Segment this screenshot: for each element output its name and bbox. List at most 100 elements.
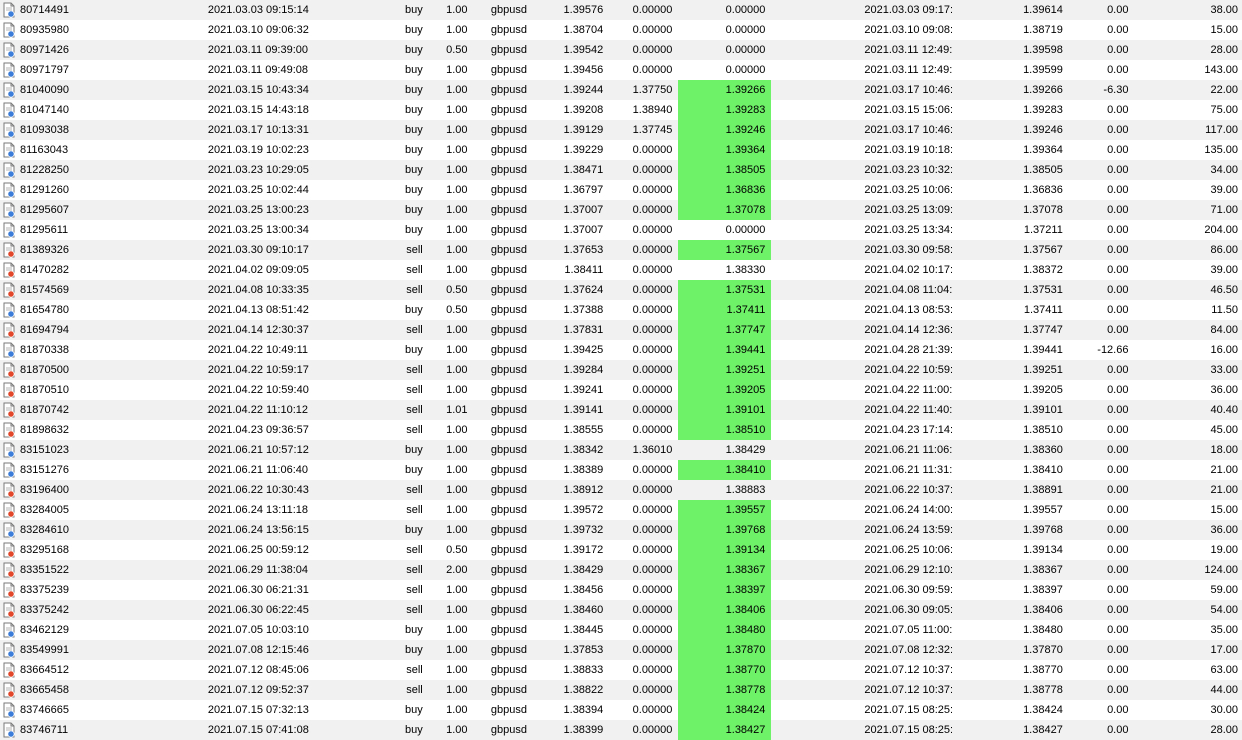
profit: 36.00	[1210, 384, 1238, 396]
trade-row[interactable]: 83196400 2021.06.22 10:30:43 sell 1.00 g…	[0, 480, 1242, 500]
trade-row[interactable]: 81163043 2021.03.19 10:02:23 buy 1.00 gb…	[0, 140, 1242, 160]
spacer-cell	[951, 80, 996, 100]
ticket-cell: 80971426	[0, 40, 208, 60]
lot-size: 1.00	[446, 24, 468, 36]
spacer-cell	[771, 60, 864, 80]
profit: 17.00	[1132, 640, 1242, 660]
commission: 0.00	[1066, 560, 1133, 580]
buy-order-icon	[2, 642, 16, 658]
trade-row[interactable]: 83151023 2021.06.21 10:57:12 buy 1.00 gb…	[0, 440, 1242, 460]
trade-row[interactable]: 80714491 2021.03.03 09:15:14 buy 1.00 gb…	[0, 0, 1242, 20]
order-type: buy	[405, 104, 423, 116]
order-type: sell	[350, 600, 427, 620]
commission: 0.00	[1066, 400, 1133, 420]
trade-row[interactable]: 81694794 2021.04.14 12:30:37 sell 1.00 g…	[0, 320, 1242, 340]
trade-row[interactable]: 80935980 2021.03.10 09:06:32 buy 1.00 gb…	[0, 20, 1242, 40]
ticket-cell: 81694794	[0, 320, 208, 340]
trade-row[interactable]: 81870338 2021.04.22 10:49:11 buy 1.00 gb…	[0, 340, 1242, 360]
lot-size: 0.50	[446, 304, 468, 316]
commission: 0.00	[1066, 680, 1133, 700]
trade-row[interactable]: 81870500 2021.04.22 10:59:17 sell 1.00 g…	[0, 360, 1242, 380]
close-time: 2021.06.22 10:37:46	[864, 480, 952, 500]
profit: 21.00	[1132, 480, 1242, 500]
profit: 11.50	[1211, 304, 1238, 316]
trade-row[interactable]: 83351522 2021.06.29 11:38:04 sell 2.00 g…	[0, 560, 1242, 580]
commission: 0.00	[1107, 24, 1129, 36]
trade-row[interactable]: 81040090 2021.03.15 10:43:34 buy 1.00 gb…	[0, 80, 1242, 100]
open-time: 2021.04.22 11:10:12	[207, 400, 351, 420]
trade-row[interactable]: 81870510 2021.04.22 10:59:40 sell 1.00 g…	[0, 380, 1242, 400]
open-price: 1.39572	[563, 504, 604, 516]
spacer-cell	[771, 500, 864, 520]
trade-row[interactable]: 83462129 2021.07.05 10:03:10 buy 1.00 gb…	[0, 620, 1242, 640]
close-price: 1.38372	[1023, 264, 1063, 276]
stop-loss: 1.37745	[607, 120, 679, 140]
spacer-cell	[771, 320, 865, 340]
trade-row[interactable]: 83284610 2021.06.24 13:56:15 buy 1.00 gb…	[0, 520, 1242, 540]
trade-row[interactable]: 81898632 2021.04.23 09:36:57 sell 1.00 g…	[0, 420, 1242, 440]
spacer-cell	[771, 600, 865, 620]
open-price: 1.38429	[541, 560, 608, 580]
profit: 143.00	[1204, 64, 1238, 76]
ticket-cell: 83295168	[0, 540, 208, 560]
trade-row[interactable]: 81295607 2021.03.25 13:00:23 buy 1.00 gb…	[0, 200, 1242, 220]
open-price: 1.39141	[541, 400, 608, 420]
trade-row[interactable]: 81295611 2021.03.25 13:00:34 buy 1.00 gb…	[0, 220, 1242, 240]
trade-row[interactable]: 81047140 2021.03.15 14:43:18 buy 1.00 gb…	[0, 100, 1242, 120]
trade-row[interactable]: 83375239 2021.06.30 06:21:31 sell 1.00 g…	[0, 580, 1242, 600]
close-time: 2021.04.08 11:04:36	[864, 280, 952, 300]
trade-row[interactable]: 81870742 2021.04.22 11:10:12 sell 1.01 g…	[0, 400, 1242, 420]
spacer-cell	[771, 560, 865, 580]
symbol: gbpusd	[490, 624, 528, 636]
take-profit: 1.39205	[678, 380, 772, 400]
trade-row[interactable]: 81574569 2021.04.08 10:33:35 sell 0.50 g…	[0, 280, 1242, 300]
close-price: 1.37531	[995, 280, 1067, 300]
spacer-cell	[952, 20, 996, 40]
lot-size: 1.00	[426, 240, 487, 260]
trade-row[interactable]: 83295168 2021.06.25 00:59:12 sell 0.50 g…	[0, 540, 1242, 560]
profit: 84.00	[1132, 320, 1242, 340]
commission: 0.00	[1107, 544, 1129, 556]
trade-row[interactable]: 81389326 2021.03.30 09:10:17 sell 1.00 g…	[0, 240, 1242, 260]
close-time: 2021.04.22 11:40:35	[864, 400, 952, 420]
open-time: 2021.03.10 09:06:32	[207, 24, 309, 36]
buy-order-icon	[2, 462, 16, 478]
trade-row[interactable]: 83549991 2021.07.08 12:15:46 buy 1.00 gb…	[0, 640, 1242, 660]
take-profit: 1.38406	[678, 600, 772, 620]
trade-row[interactable]: 81093038 2021.03.17 10:13:31 buy 1.00 gb…	[0, 120, 1242, 140]
close-time: 2021.04.22 10:59:33	[864, 360, 952, 380]
trade-row[interactable]: 83665458 2021.07.12 09:52:37 sell 1.00 g…	[0, 680, 1242, 700]
trade-row[interactable]: 83664512 2021.07.12 08:45:06 sell 1.00 g…	[0, 660, 1242, 680]
order-type: buy	[405, 704, 423, 716]
spacer-cell	[951, 440, 996, 460]
close-price: 1.37411	[1023, 304, 1063, 316]
trade-row[interactable]: 83284005 2021.06.24 13:11:18 sell 1.00 g…	[0, 500, 1242, 520]
lot-size: 1.00	[446, 664, 468, 676]
trade-row[interactable]: 83746665 2021.07.15 07:32:13 buy 1.00 gb…	[0, 700, 1242, 720]
spacer-cell	[951, 0, 996, 20]
trade-row[interactable]: 80971797 2021.03.11 09:49:08 buy 1.00 gb…	[0, 60, 1242, 80]
close-price: 1.39557	[1023, 504, 1063, 516]
symbol: gbpusd	[486, 480, 542, 500]
trade-row[interactable]: 83375242 2021.06.30 06:22:45 sell 1.00 g…	[0, 600, 1242, 620]
trade-row[interactable]: 80971426 2021.03.11 09:39:00 buy 0.50 gb…	[0, 40, 1242, 60]
buy-order-icon	[2, 622, 16, 638]
trade-row[interactable]: 81654780 2021.04.13 08:51:42 buy 0.50 gb…	[0, 300, 1242, 320]
ticket-cell: 81291260	[0, 180, 208, 200]
ticket-number: 83295168	[20, 544, 69, 556]
trade-row[interactable]: 81470282 2021.04.02 09:09:05 sell 1.00 g…	[0, 260, 1242, 280]
spacer-cell	[952, 100, 996, 120]
trade-row[interactable]: 81228250 2021.03.23 10:29:05 buy 1.00 gb…	[0, 160, 1242, 180]
spacer-cell	[771, 580, 864, 600]
lot-size: 1.00	[426, 600, 487, 620]
order-type: sell	[350, 360, 427, 380]
trade-row[interactable]: 81291260 2021.03.25 10:02:44 buy 1.00 gb…	[0, 180, 1242, 200]
close-time: 2021.06.21 11:31:00	[864, 464, 952, 476]
lot-size: 1.00	[426, 640, 487, 660]
order-type: buy	[405, 144, 423, 156]
trade-row[interactable]: 83151276 2021.06.21 11:06:40 buy 1.00 gb…	[0, 460, 1242, 480]
trade-row[interactable]: 83746711 2021.07.15 07:41:08 buy 1.00 gb…	[0, 720, 1242, 740]
lot-size: 1.00	[446, 104, 468, 116]
order-type: buy	[405, 344, 423, 356]
spacer-cell	[952, 220, 996, 240]
